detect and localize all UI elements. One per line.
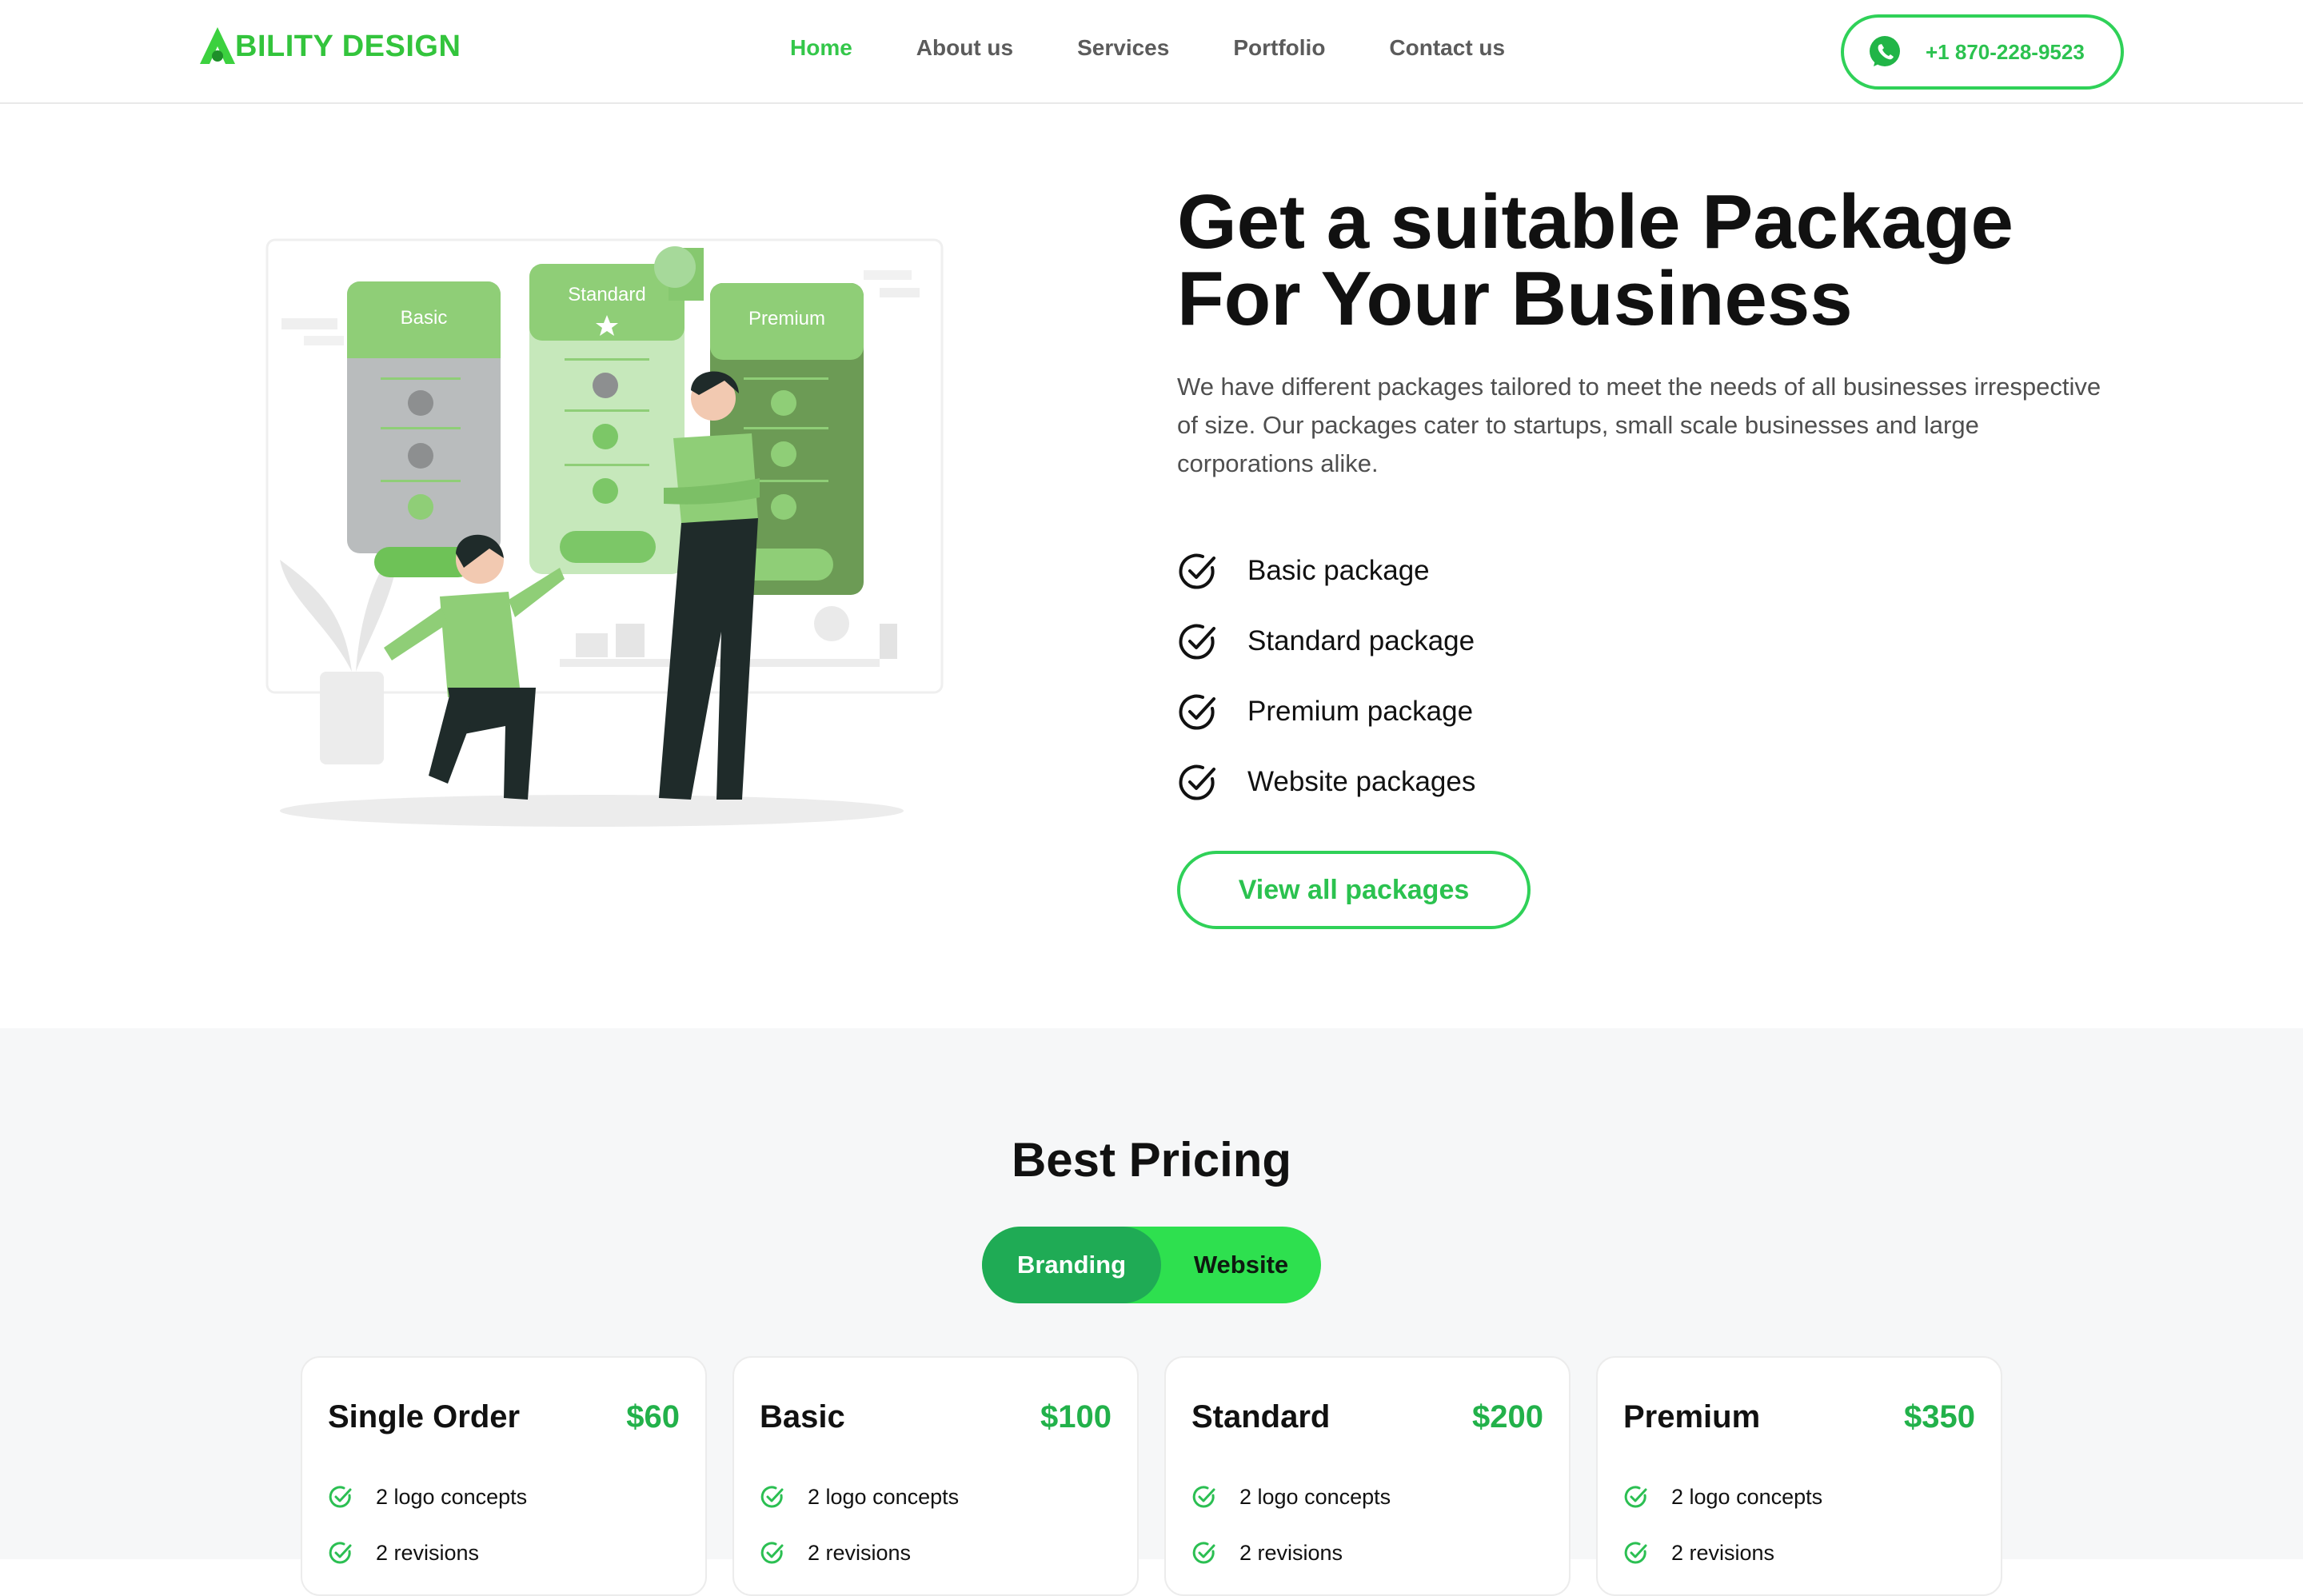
- check-circle-icon: [1624, 1542, 1647, 1564]
- plan-feature-label: 2 revisions: [808, 1540, 912, 1565]
- plan-card-premium[interactable]: Premium $350 2 logo concepts 2 revisions: [1596, 1356, 2002, 1596]
- package-label: Standard package: [1247, 625, 1475, 656]
- pricing-section: Best Pricing Branding Website Single Ord…: [0, 1028, 2303, 1596]
- check-circle-icon: [329, 1486, 352, 1508]
- main-menu: Home About us Services Portfolio Contact…: [790, 35, 1569, 61]
- svg-text:Standard: Standard: [568, 284, 645, 305]
- hero-title: Get a suitable Package For Your Business: [1177, 184, 2137, 337]
- package-label: Basic package: [1247, 555, 1430, 586]
- plan-price: $200: [1472, 1399, 1543, 1434]
- pricing-toggle: Branding Website: [982, 1227, 1321, 1303]
- toggle-branding[interactable]: Branding: [982, 1227, 1161, 1303]
- nav-services[interactable]: Services: [1077, 35, 1169, 61]
- plan-feature: 2 revisions: [1623, 1540, 1774, 1566]
- plan-feature-label: 2 revisions: [1239, 1540, 1343, 1565]
- pricing-illustration: Basic Standard Premium: [265, 238, 944, 827]
- check-circle-icon: [329, 1542, 352, 1564]
- plan-price: $60: [626, 1399, 680, 1434]
- pricing-cards: Single Order $60 2 logo concepts 2 revis…: [301, 1356, 2028, 1596]
- nav-contact[interactable]: Contact us: [1389, 35, 1505, 61]
- plan-feature-label: 2 revisions: [376, 1540, 480, 1565]
- hero-description: We have different packages tailored to m…: [1177, 373, 2101, 477]
- plan-feature-label: 2 revisions: [1671, 1540, 1775, 1565]
- plan-feature-label: 2 logo concepts: [1239, 1484, 1391, 1509]
- plan-feature: 2 revisions: [760, 1540, 911, 1566]
- logo-mark-icon: [200, 27, 235, 64]
- plan-feature-label: 2 logo concepts: [1671, 1484, 1823, 1509]
- check-circle-icon: [1179, 694, 1215, 730]
- plan-card-basic[interactable]: Basic $100 2 logo concepts 2 revisions: [732, 1356, 1139, 1596]
- plan-feature: 2 logo concepts: [1623, 1484, 1822, 1510]
- plan-feature-label: 2 logo concepts: [808, 1484, 960, 1509]
- check-circle-icon: [1624, 1486, 1647, 1508]
- plan-name: Premium: [1623, 1399, 1761, 1434]
- package-list: Basic package Standard package Premium p…: [1177, 536, 1475, 817]
- phone-number: +1 870-228-9523: [1926, 39, 2085, 64]
- plan-feature: 2 revisions: [328, 1540, 479, 1566]
- check-circle-icon: [1192, 1486, 1215, 1508]
- plan-price: $100: [1040, 1399, 1112, 1434]
- svg-text:Premium: Premium: [748, 308, 825, 329]
- brand-logo[interactable]: BILITY DESIGN: [195, 22, 461, 70]
- view-all-packages-button[interactable]: View all packages: [1177, 851, 1531, 929]
- nav-home[interactable]: Home: [790, 35, 852, 61]
- check-circle-icon: [1192, 1542, 1215, 1564]
- package-label: Website packages: [1247, 766, 1476, 797]
- nav-portfolio[interactable]: Portfolio: [1233, 35, 1325, 61]
- package-label: Premium package: [1247, 696, 1474, 727]
- plan-feature: 2 logo concepts: [328, 1484, 527, 1510]
- plan-name: Basic: [760, 1399, 845, 1434]
- brand-name: BILITY DESIGN: [235, 29, 461, 63]
- nav-about[interactable]: About us: [916, 35, 1013, 61]
- site-header: BILITY DESIGN Home About us Services Por…: [0, 0, 2303, 104]
- svg-text:Basic: Basic: [401, 307, 448, 329]
- plan-card-standard[interactable]: Standard $200 2 logo concepts 2 revision…: [1164, 1356, 1571, 1596]
- whatsapp-icon: [1870, 36, 1900, 66]
- check-circle-icon: [1179, 553, 1215, 589]
- check-circle-icon: [1179, 764, 1215, 800]
- illus-card-basic: Basic: [347, 281, 501, 577]
- list-item: Standard package: [1177, 606, 1475, 676]
- check-circle-icon: [1179, 624, 1215, 660]
- plan-price: $350: [1904, 1399, 1975, 1434]
- check-circle-icon: [760, 1486, 784, 1508]
- pricing-title: Best Pricing: [1011, 1133, 1292, 1187]
- check-circle-icon: [760, 1542, 784, 1564]
- illus-card-standard: Standard: [529, 246, 704, 574]
- plan-feature: 2 logo concepts: [760, 1484, 959, 1510]
- plan-name: Single Order: [328, 1399, 521, 1434]
- plan-card-single-order[interactable]: Single Order $60 2 logo concepts 2 revis…: [301, 1356, 707, 1596]
- list-item: Basic package: [1177, 536, 1475, 606]
- toggle-website[interactable]: Website: [1161, 1227, 1321, 1303]
- plan-feature: 2 revisions: [1191, 1540, 1343, 1566]
- hero-title-line2: For Your Business: [1177, 256, 1853, 341]
- list-item: Premium package: [1177, 676, 1475, 747]
- plan-name: Standard: [1191, 1399, 1331, 1434]
- plan-feature: 2 logo concepts: [1191, 1484, 1391, 1510]
- plan-feature-label: 2 logo concepts: [376, 1484, 528, 1509]
- list-item: Website packages: [1177, 747, 1475, 817]
- hero-title-line1: Get a suitable Package: [1177, 179, 2014, 265]
- phone-button[interactable]: +1 870-228-9523: [1841, 14, 2124, 90]
